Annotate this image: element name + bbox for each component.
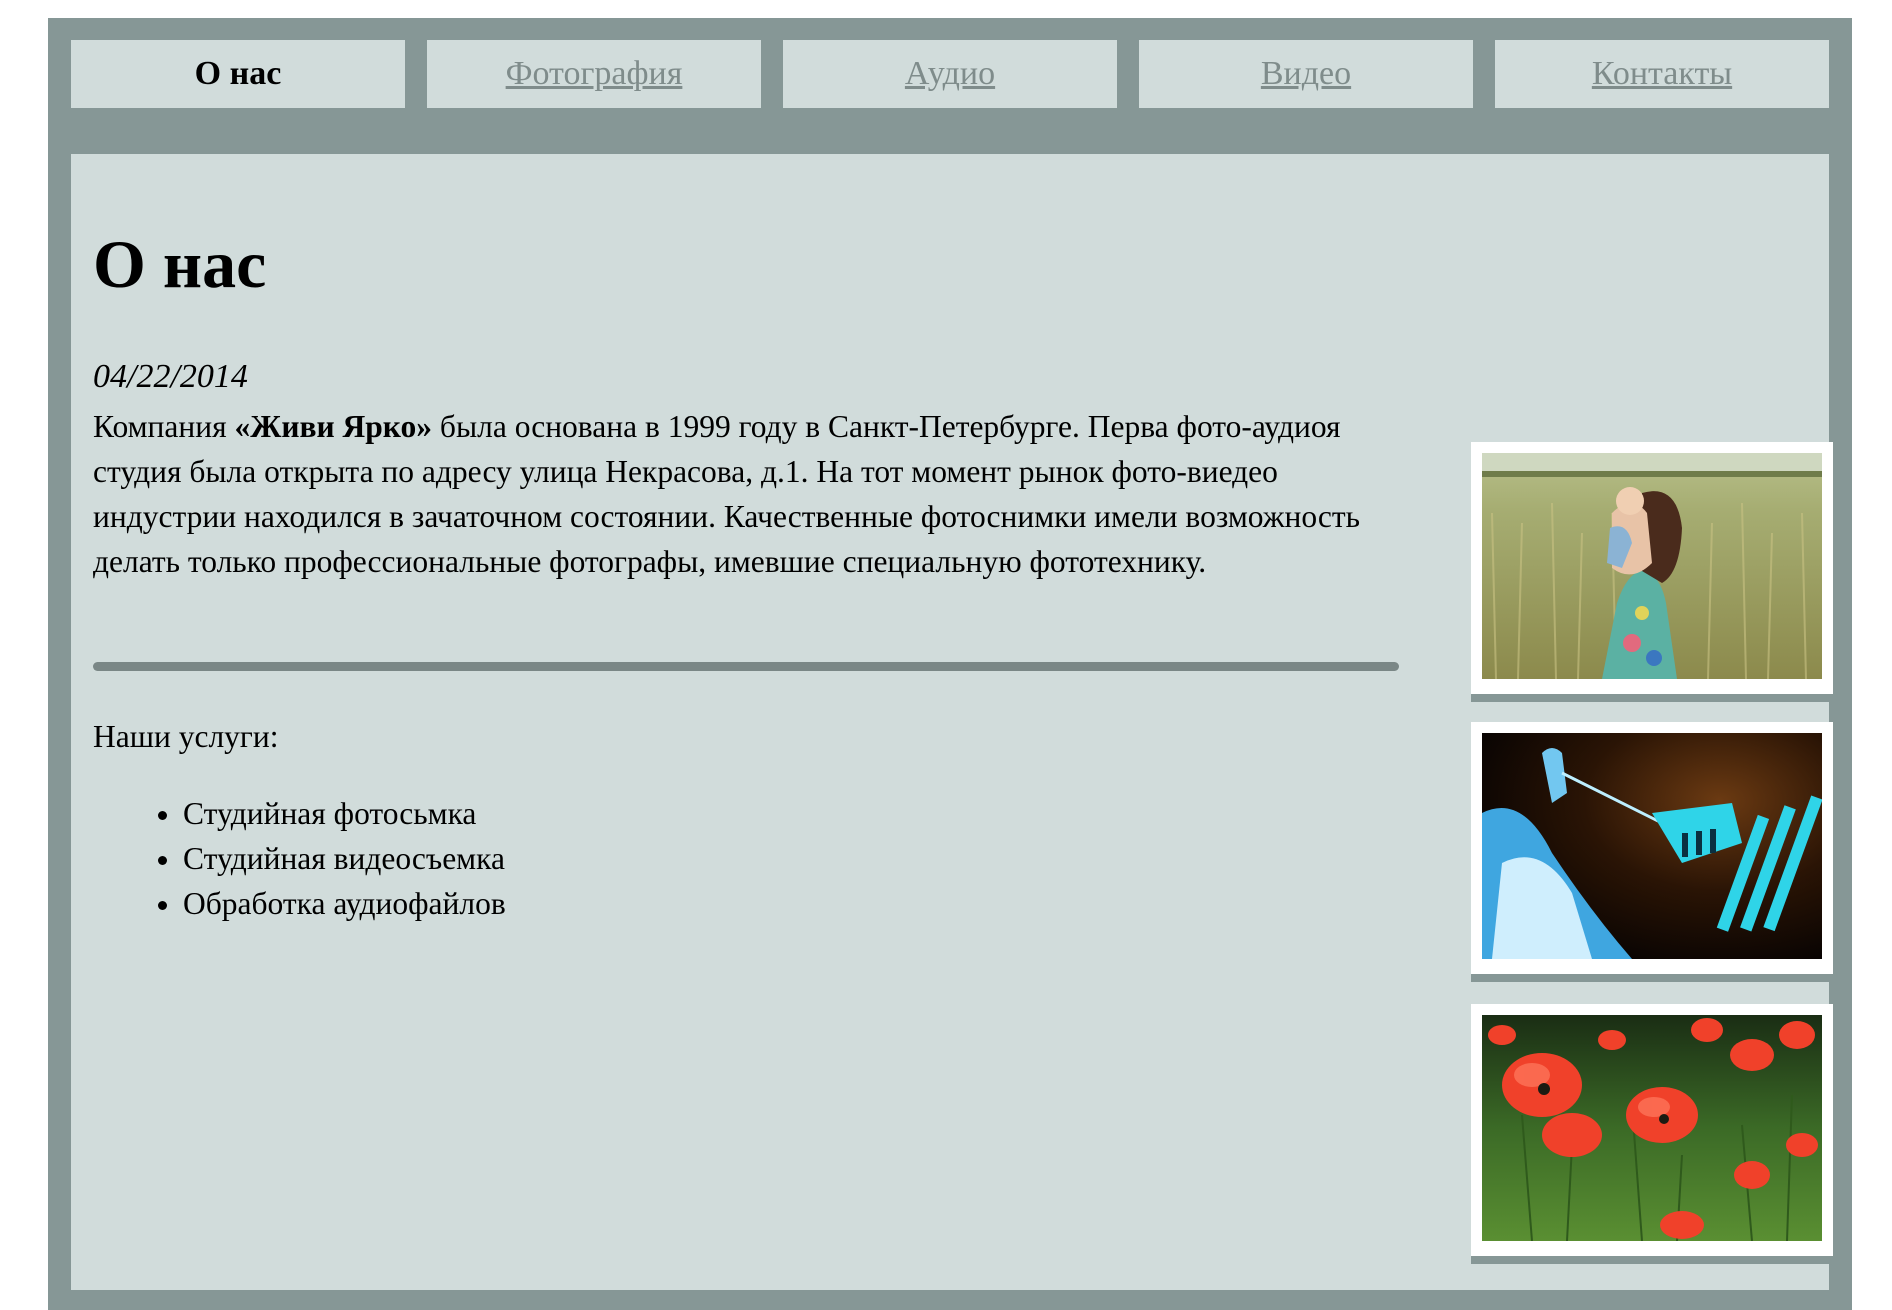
gallery-photo-1[interactable] bbox=[1471, 442, 1833, 694]
list-item: Студийная фотосьмка bbox=[183, 791, 506, 836]
gallery-photo-3[interactable] bbox=[1471, 1004, 1833, 1256]
nav-item-about[interactable]: О нас bbox=[71, 40, 405, 108]
nav-item-contacts[interactable]: Контакты bbox=[1495, 40, 1829, 108]
services-heading: Наши услуги: bbox=[93, 719, 279, 754]
nav-item-video[interactable]: Видео bbox=[1139, 40, 1473, 108]
woman-with-child-in-field-photo bbox=[1482, 453, 1822, 679]
nav-item-photo[interactable]: Фотография bbox=[427, 40, 761, 108]
content-panel: О нас 04/22/2014 Компания «Живи Ярко» бы… bbox=[71, 154, 1833, 1290]
paragraph-prefix: Компания bbox=[93, 409, 235, 444]
gallery-photo-2[interactable] bbox=[1471, 722, 1833, 974]
about-paragraph: Компания «Живи Ярко» была основана в 199… bbox=[93, 404, 1403, 584]
list-item: Обработка аудиофайлов bbox=[183, 881, 506, 926]
red-poppies-photo bbox=[1482, 1015, 1822, 1241]
page-frame: О нас Фотография Аудио Видео Контакты О … bbox=[48, 18, 1852, 1310]
page-title: О нас bbox=[93, 226, 267, 302]
company-name: «Живи Ярко» bbox=[234, 409, 433, 444]
top-nav: О нас Фотография Аудио Видео Контакты bbox=[71, 40, 1829, 108]
section-divider bbox=[93, 662, 1399, 671]
musician-blue-light-photo bbox=[1482, 733, 1822, 959]
list-item: Студийная видеосъемка bbox=[183, 836, 506, 881]
nav-item-audio[interactable]: Аудио bbox=[783, 40, 1117, 108]
services-list: Студийная фотосьмка Студийная видеосъемк… bbox=[93, 791, 506, 926]
post-date: 04/22/2014 bbox=[93, 358, 248, 395]
